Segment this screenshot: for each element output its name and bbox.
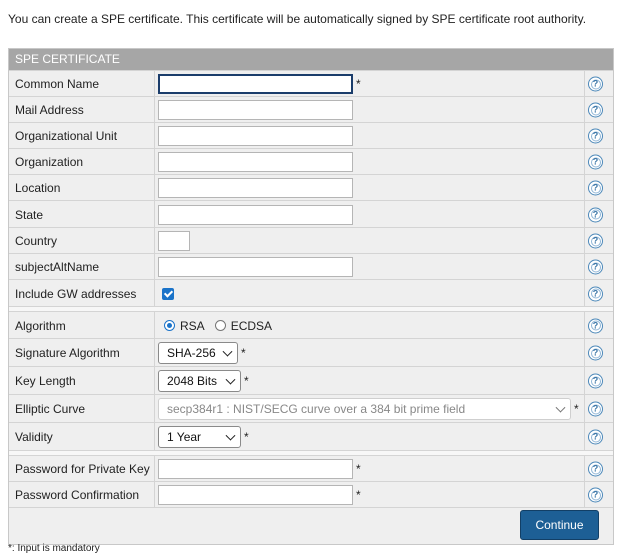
location-input[interactable] <box>158 178 353 198</box>
password-confirmation-input[interactable] <box>158 485 353 505</box>
subject-alt-name-input[interactable] <box>158 257 353 277</box>
chevron-down-icon <box>555 402 566 413</box>
subject-alt-name-label: subjectAltName <box>15 260 100 274</box>
help-icon[interactable]: ? <box>588 233 603 249</box>
row-country: Country ? <box>9 227 613 254</box>
mandatory-footnote: *: Input is mandatory <box>8 543 100 554</box>
signature-algorithm-select[interactable]: SHA-256 <box>158 342 238 364</box>
organization-input[interactable] <box>158 152 353 172</box>
rsa-radio-label[interactable]: RSA <box>180 319 205 333</box>
help-icon[interactable]: ? <box>588 429 603 445</box>
elliptic-curve-label: Elliptic Curve <box>15 402 86 416</box>
help-icon[interactable]: ? <box>588 461 603 477</box>
continue-button[interactable]: Continue <box>520 510 599 540</box>
intro-text: You can create a SPE certificate. This c… <box>8 12 587 26</box>
common-name-input[interactable] <box>158 74 353 94</box>
signature-algorithm-label: Signature Algorithm <box>15 346 120 360</box>
row-password-private-key: Password for Private Key * ? <box>9 455 613 482</box>
algorithm-label: Algorithm <box>15 318 66 333</box>
organizational-unit-input[interactable] <box>158 126 353 146</box>
country-label: Country <box>15 234 58 248</box>
help-icon[interactable]: ? <box>588 345 603 361</box>
elliptic-curve-select[interactable]: secp384r1 : NIST/SECG curve over a 384 b… <box>158 398 571 420</box>
required-star: * <box>244 374 249 388</box>
row-algorithm: Algorithm RSA ECDSA ? <box>9 311 613 339</box>
help-icon[interactable]: ? <box>588 128 603 144</box>
row-location: Location ? <box>9 174 613 201</box>
required-star: * <box>244 430 249 444</box>
validity-select[interactable]: 1 Year <box>158 426 241 448</box>
mail-address-label: Mail Address <box>15 103 84 117</box>
organization-label: Organization <box>15 155 84 169</box>
row-signature-algorithm: Signature Algorithm SHA-256 * ? <box>9 338 613 367</box>
required-star: * <box>356 77 361 91</box>
validity-label: Validity <box>15 430 53 444</box>
required-star: * <box>356 462 361 476</box>
ecdsa-radio-label[interactable]: ECDSA <box>231 319 272 333</box>
help-icon[interactable]: ? <box>588 180 603 196</box>
help-icon[interactable]: ? <box>588 207 603 222</box>
row-common-name: Common Name * ? <box>9 70 613 97</box>
rsa-radio[interactable] <box>164 320 175 331</box>
help-icon[interactable]: ? <box>588 259 603 275</box>
help-icon[interactable]: ? <box>588 487 603 503</box>
state-label: State <box>15 207 44 222</box>
row-elliptic-curve: Elliptic Curve secp384r1 : NIST/SECG cur… <box>9 394 613 423</box>
row-key-length: Key Length 2048 Bits * ? <box>9 366 613 395</box>
row-footer-border <box>9 507 613 508</box>
key-length-select[interactable]: 2048 Bits <box>158 370 241 392</box>
spe-certificate-panel: SPE CERTIFICATE Common Name * ? Mail Add… <box>8 48 614 545</box>
help-icon[interactable]: ? <box>588 76 603 92</box>
include-gw-checkbox[interactable] <box>162 287 174 300</box>
required-star: * <box>356 488 361 502</box>
row-subject-alt-name: subjectAltName ? <box>9 253 613 280</box>
required-star: * <box>241 346 246 360</box>
include-gw-label: Include GW addresses <box>15 286 137 301</box>
common-name-label: Common Name <box>15 77 100 91</box>
organizational-unit-label: Organizational Unit <box>15 129 118 143</box>
chevron-down-icon <box>222 346 233 357</box>
chevron-down-icon <box>225 430 236 441</box>
row-mail-address: Mail Address ? <box>9 96 613 123</box>
ecdsa-radio[interactable] <box>214 320 226 331</box>
help-icon[interactable]: ? <box>588 401 603 417</box>
state-input[interactable] <box>158 204 353 225</box>
required-star: * <box>574 402 579 416</box>
row-validity: Validity 1 Year * ? <box>9 422 613 451</box>
country-input[interactable] <box>158 231 190 251</box>
password-private-key-label: Password for Private Key <box>15 462 150 476</box>
help-icon[interactable]: ? <box>588 154 603 170</box>
row-organization: Organization ? <box>9 148 613 175</box>
password-private-key-input[interactable] <box>158 459 353 479</box>
panel-title: SPE CERTIFICATE <box>9 49 613 70</box>
help-icon[interactable]: ? <box>588 286 603 301</box>
mail-address-input[interactable] <box>158 100 353 120</box>
key-length-label: Key Length <box>15 374 76 388</box>
password-confirmation-label: Password Confirmation <box>15 488 140 502</box>
help-icon[interactable]: ? <box>588 373 603 389</box>
algorithm-radio-group: RSA ECDSA <box>164 319 282 333</box>
row-state: State ? <box>9 200 613 228</box>
help-icon[interactable]: ? <box>588 318 603 333</box>
row-include-gw: Include GW addresses ? <box>9 279 613 307</box>
row-organizational-unit: Organizational Unit ? <box>9 122 613 149</box>
row-password-confirmation: Password Confirmation * ? <box>9 481 613 508</box>
help-icon[interactable]: ? <box>588 102 603 118</box>
chevron-down-icon <box>225 374 236 385</box>
location-label: Location <box>15 181 61 195</box>
